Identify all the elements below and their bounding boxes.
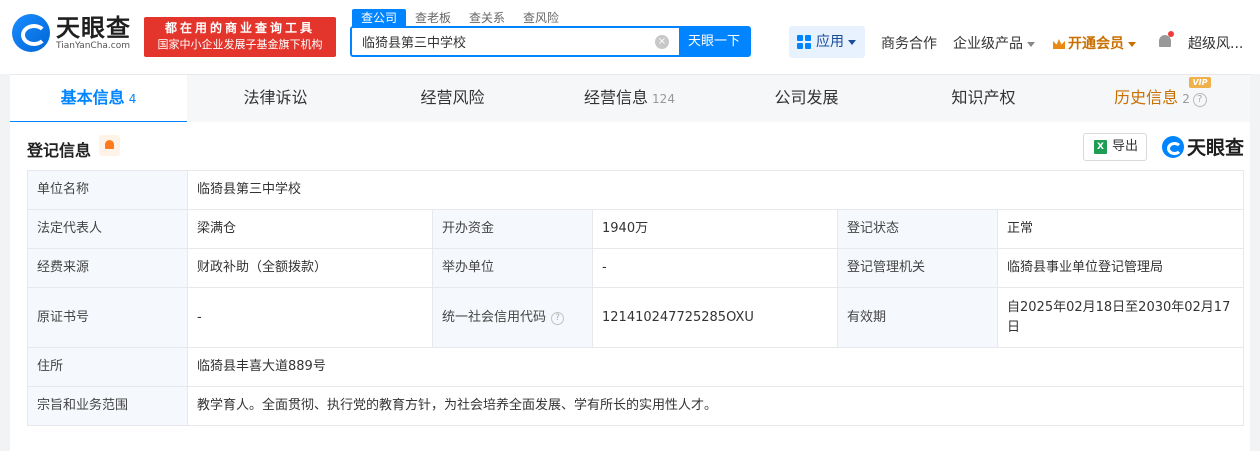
logo-cn: 天眼查 [56,13,131,42]
field-value[interactable]: 121410247725285OXU [592,287,838,348]
page-scrollbar[interactable] [1254,74,1260,451]
tab-count: 124 [652,92,675,106]
detail-tabbar: 基本信息 4 法律诉讼 经营风险 经营信息 124 公司发展 知识产权 VIP 历史… [10,74,1250,123]
field-label: 登记管理机关 [837,248,998,288]
brand-watermark: 天眼查 [1162,133,1244,160]
nav-enterprise-label: 企业级产品 [953,36,1023,52]
help-icon[interactable]: ? [551,311,565,325]
slogan-line2: 国家中小企业发展子基金旗下机构 [157,38,323,51]
field-value: 教学育人。全面贯彻、执行党的教育方针，为社会培养全面发展、学有所长的实用性人才。 [186,386,1245,426]
table-row: 法定代表人 梁满仓 开办资金 1940万 登记状态 正常 [27,209,1245,249]
tab-label: 经营信息 [584,88,649,107]
search-button[interactable]: 天眼一下 [679,28,749,55]
search-tab-risk[interactable]: 查风险 [514,9,568,27]
field-value: 临猗县丰喜大道889号 [186,347,1245,387]
apps-label: 应用 [816,34,844,50]
vip-tag: VIP [1189,77,1211,88]
nav-enterprise[interactable]: 企业级产品 [953,33,1035,53]
apps-menu-button[interactable]: 应用 [789,26,865,58]
search-type-tabs: 查公司 查老板 查关系 查风险 [352,9,568,27]
field-value: 梁满仓 [187,209,433,249]
tab-label: 基本信息 [60,88,125,107]
field-value: 临猗县第三中学校 [186,170,1245,210]
logo-eye-icon [12,14,50,52]
tab-label: 法律诉讼 [243,88,308,107]
tab-history[interactable]: VIP 历史信息 2? [1072,75,1249,122]
excel-icon: X [1094,140,1107,154]
notification-bell-icon[interactable] [1158,31,1174,50]
field-label: 登记状态 [837,209,998,249]
field-value: - [187,287,433,348]
field-label: 经费来源 [27,248,188,288]
field-label: 单位名称 [27,170,188,210]
table-row: 宗旨和业务范围 教学育人。全面贯彻、执行党的教育方针，为社会培养全面发展、学有所… [27,386,1245,426]
logo-en: TianYanCha.com [56,40,131,51]
field-label: 举办单位 [432,248,593,288]
tab-operation[interactable]: 经营信息 124 [541,75,718,122]
search-input[interactable] [352,28,655,55]
field-value: 自2025年02月18日至2030年02月17日 [996,287,1245,348]
search-tab-relation[interactable]: 查关系 [460,9,514,27]
brand-text: 天眼查 [1187,137,1245,159]
tab-count: 2 [1182,92,1190,106]
field-value: 财政补助（全额拨款） [187,248,433,288]
search-tab-company[interactable]: 查公司 [352,9,407,27]
registration-table: 单位名称 临猗县第三中学校 法定代表人 梁满仓 开办资金 1940万 登记状态 … [27,170,1245,426]
monitor-bell-icon[interactable] [99,135,120,156]
field-label: 法定代表人 [27,209,188,249]
field-label: 原证书号 [27,287,188,348]
section-title: 登记信息 [27,141,92,160]
tab-label: 历史信息 [1114,88,1179,107]
tab-ip[interactable]: 知识产权 [895,75,1072,122]
tab-label: 知识产权 [951,88,1016,107]
field-label: 有效期 [837,287,998,348]
nav-vip-label: 开通会员 [1068,36,1124,52]
nav-vip[interactable]: 开通会员 [1053,33,1136,53]
search-tab-boss[interactable]: 查老板 [406,9,460,27]
apps-grid-icon [797,35,811,49]
tab-label: 经营风险 [420,88,485,107]
field-label: 开办资金 [432,209,593,249]
table-row: 住所 临猗县丰喜大道889号 [27,347,1245,387]
clear-icon[interactable]: × [655,35,669,49]
nav-business[interactable]: 商务合作 [881,33,937,53]
field-value: 临猗县事业单位登记管理局 [996,248,1245,288]
export-label: 导出 [1112,139,1139,154]
chevron-down-icon [1027,41,1035,47]
tab-basic-info[interactable]: 基本信息 4 [10,75,187,123]
field-label: 统一社会信用代码 [442,309,547,325]
table-row: 经费来源 财政补助（全额拨款） 举办单位 - 登记管理机关 临猗县事业单位登记管… [27,248,1245,288]
field-label: 住所 [27,347,188,387]
logo-text: 天眼查 TianYanCha.com [56,15,131,52]
slogan-banner: 都在用的商业查询工具 国家中小企业发展子基金旗下机构 [144,17,336,57]
user-menu[interactable]: 超级风... [1188,33,1243,53]
tab-count: 4 [128,92,137,106]
search-box: × 天眼一下 [350,26,751,57]
table-row: 单位名称 临猗县第三中学校 [27,170,1245,210]
registration-card: 登记信息 X 导出 天眼查 单位名称 临猗县第三中学校 法定代表人 梁满仓 开办资… [10,122,1250,451]
field-label-credit: 统一社会信用代码? [432,287,593,348]
chevron-down-icon [848,39,856,45]
tab-legal[interactable]: 法律诉讼 [187,75,364,122]
tab-label: 公司发展 [774,88,839,107]
field-label: 宗旨和业务范围 [27,386,188,426]
export-button[interactable]: X 导出 [1083,133,1147,161]
logo-eye-icon [1162,135,1184,158]
slogan-line1: 都在用的商业查询工具 [164,21,315,35]
top-header: 天眼查 TianYanCha.com 都在用的商业查询工具 国家中小企业发展子基… [0,0,1260,74]
tab-development[interactable]: 公司发展 [718,75,895,122]
tab-risk[interactable]: 经营风险 [364,75,541,122]
site-logo[interactable]: 天眼查 TianYanCha.com [12,14,131,52]
field-value: 正常 [996,209,1245,249]
table-row: 原证书号 - 统一社会信用代码? 121410247725285OXU 有效期 … [27,287,1245,348]
field-value: - [592,248,838,288]
field-value: 1940万 [592,209,838,249]
chevron-down-icon [1128,41,1136,47]
crown-icon [1053,39,1065,49]
help-icon[interactable]: ? [1192,93,1207,107]
